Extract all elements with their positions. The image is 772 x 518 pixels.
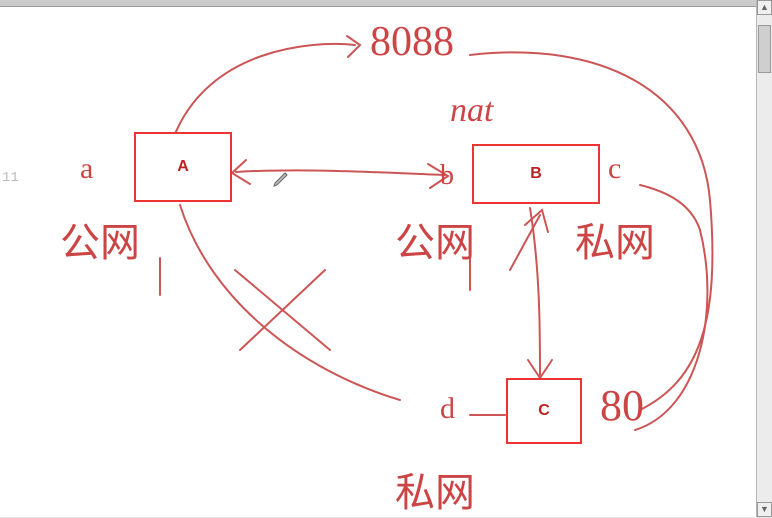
annotation-b-side: b — [440, 160, 454, 192]
annotation-a-side: a — [80, 152, 93, 186]
node-box-b: B — [472, 144, 600, 204]
vertical-scrollbar[interactable]: ▲ ▼ — [756, 0, 772, 517]
scrollbar-up-button[interactable]: ▲ — [757, 0, 772, 15]
scrollbar-down-button[interactable]: ▼ — [757, 502, 772, 517]
annotation-public-net-left: 公网 — [60, 210, 140, 268]
annotation-private-net-right: 私网 — [575, 210, 655, 268]
annotation-port-top: 8088 — [370, 18, 454, 66]
node-label-b: B — [530, 165, 542, 182]
annotation-public-net-mid: 公网 — [395, 210, 475, 268]
annotation-c-side: c — [608, 152, 621, 186]
annotation-port-bottom: 80 — [600, 380, 644, 431]
canvas: 11 A B C 8088 nat — [0, 0, 757, 517]
node-box-c: C — [506, 378, 582, 444]
scrollbar-thumb[interactable] — [758, 25, 771, 74]
node-label-a: A — [177, 158, 189, 175]
annotation-nat: nat — [450, 92, 493, 130]
node-label-c: C — [538, 402, 550, 419]
pencil-cursor-icon — [272, 170, 290, 188]
annotation-private-net-bottom: 私网 — [395, 460, 475, 518]
window-top-border — [0, 0, 757, 7]
node-box-a: A — [134, 132, 232, 202]
line-number: 11 — [2, 170, 19, 186]
annotation-d-side: d — [440, 392, 455, 426]
